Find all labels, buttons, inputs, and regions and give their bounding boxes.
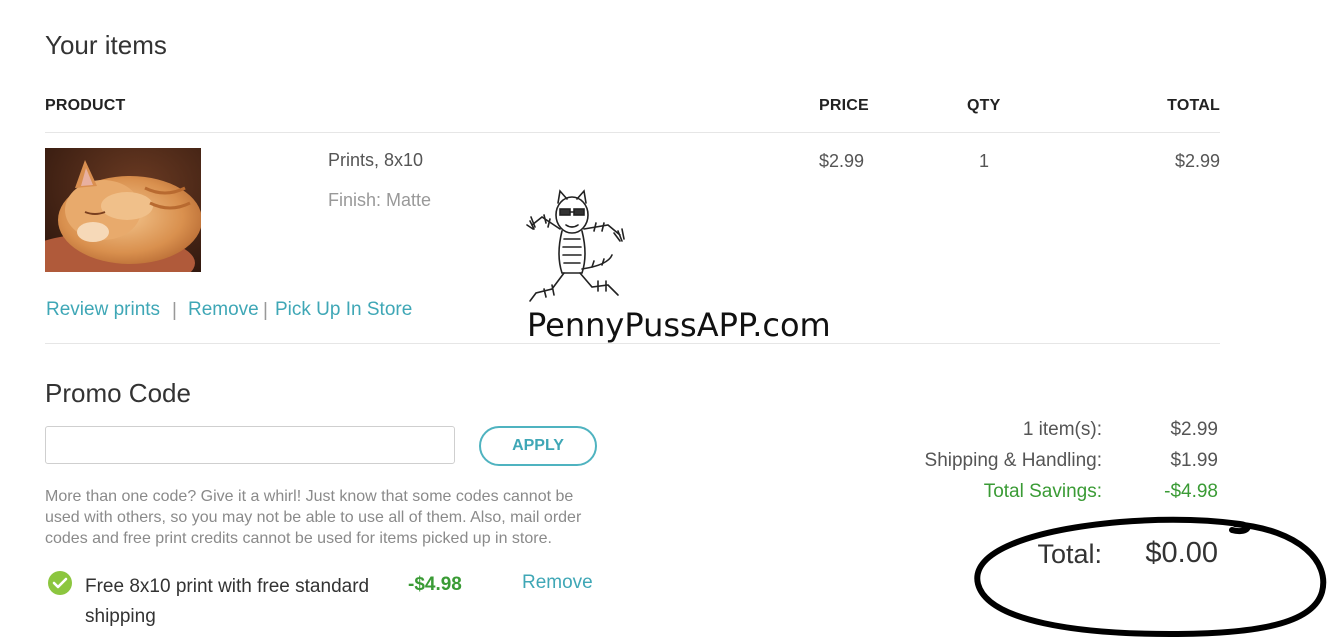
- item-finish: Finish: Matte: [328, 190, 432, 210]
- promo-code-input[interactable]: [45, 426, 455, 464]
- summary-shipping-value: $1.99: [1170, 450, 1218, 471]
- promo-note: More than one code? Give it a whirl! Jus…: [45, 488, 582, 547]
- applied-promo-label: Free 8x10 print with free standard shipp…: [85, 576, 370, 627]
- remove-item-link[interactable]: Remove: [188, 299, 259, 321]
- summary-items-label: 1 item(s):: [1022, 419, 1102, 440]
- item-qty: 1: [979, 151, 990, 171]
- summary-shipping-label: Shipping & Handling:: [924, 450, 1102, 471]
- items-divider: [45, 343, 1220, 344]
- summary-savings-value: -$4.98: [1164, 481, 1218, 502]
- circle-annotation: [970, 512, 1328, 637]
- item-total: $2.99: [1174, 151, 1220, 171]
- summary-savings-label: Total Savings:: [983, 481, 1102, 502]
- watermark-text: PennyPussAPP.com: [527, 306, 831, 344]
- summary-items-value: $2.99: [1170, 419, 1218, 440]
- promo-code-title: Promo Code: [45, 378, 191, 408]
- column-header-total: TOTAL: [1167, 97, 1220, 114]
- header-divider: [45, 132, 1220, 133]
- column-header-product: PRODUCT: [45, 97, 126, 114]
- orange-cat-photo: [45, 148, 201, 272]
- column-header-qty: QTY: [967, 97, 1001, 114]
- check-circle-icon: [47, 570, 73, 596]
- product-thumbnail[interactable]: [45, 148, 201, 272]
- your-items-title: Your items: [45, 30, 167, 60]
- watermark-cat-logo: [522, 185, 634, 310]
- item-name: Prints, 8x10: [328, 150, 424, 170]
- column-header-price: PRICE: [819, 97, 869, 114]
- pick-up-in-store-link[interactable]: Pick Up In Store: [275, 299, 412, 321]
- applied-promo-amount: -$4.98: [408, 574, 462, 595]
- apply-promo-button[interactable]: APPLY: [479, 426, 597, 466]
- review-prints-link[interactable]: Review prints: [46, 299, 160, 321]
- action-separator: |: [172, 300, 177, 321]
- item-price: $2.99: [819, 151, 865, 171]
- remove-promo-link[interactable]: Remove: [522, 572, 593, 594]
- action-separator: |: [263, 300, 268, 321]
